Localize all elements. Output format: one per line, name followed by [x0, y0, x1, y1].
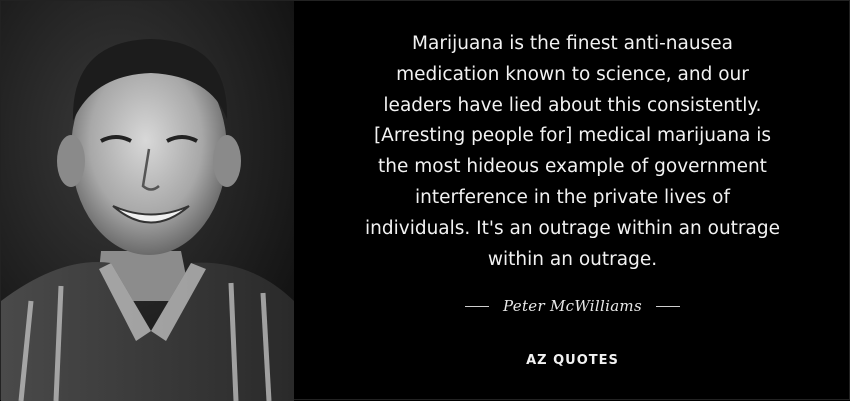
quote-line: interference in the private lives of	[415, 186, 730, 208]
author-name: Peter McWilliams	[503, 297, 642, 315]
quote-line: individuals. It's an outrage within an o…	[365, 217, 780, 239]
quote-line: medication known to science, and our	[396, 63, 749, 85]
right-dash-divider	[655, 305, 680, 307]
author-attribution: Peter McWilliams	[294, 297, 850, 315]
quote-line: [Arresting people for] medical marijuana…	[373, 125, 772, 147]
quote-line: leaders have lied about this consistentl…	[383, 94, 762, 116]
left-dash-divider	[465, 305, 490, 307]
quote-line: Marijuana is the finest anti-nausea	[412, 33, 733, 54]
quote-area: Marijuana is the finest anti-nausea medi…	[294, 1, 850, 401]
quote-line: within an outrage.	[487, 248, 658, 270]
azquotes-logo: AZ QUOTES	[526, 353, 619, 368]
quote-line: the most hideous example of government	[378, 156, 767, 178]
quote-text: Marijuana is the finest anti-nausea medi…	[314, 29, 831, 275]
author-photo	[1, 1, 294, 401]
quote-card: Marijuana is the finest anti-nausea medi…	[0, 0, 850, 401]
